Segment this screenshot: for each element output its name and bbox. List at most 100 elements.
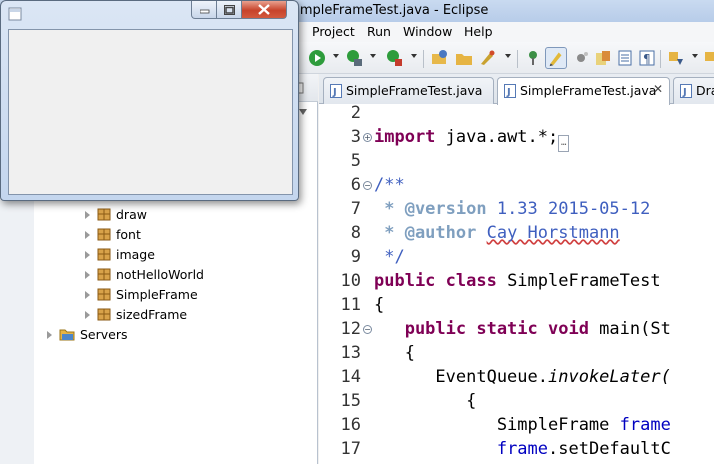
- line-number: 11: [340, 295, 361, 315]
- code-line-15[interactable]: {: [374, 391, 476, 411]
- line-number: 2: [350, 103, 361, 123]
- folder-icon: [59, 329, 75, 341]
- line-number-ruler: 2 3 + 5 6 − 7 8 9 10 11 12 − 13 14 15 16…: [319, 103, 373, 464]
- menu-help[interactable]: Help: [464, 24, 493, 39]
- svg-text:J: J: [682, 87, 687, 98]
- svg-text:J: J: [332, 87, 337, 98]
- expand-arrow-icon[interactable]: [85, 211, 90, 219]
- toolbar-separator: [517, 50, 518, 68]
- line-number: 3: [350, 127, 361, 147]
- tree-item-label: image: [116, 247, 155, 262]
- java-file-icon: J: [504, 84, 516, 98]
- external-tools-dropdown-arrow[interactable]: [411, 54, 417, 58]
- tree-item-label: font: [116, 227, 141, 242]
- line-number: 16: [340, 415, 361, 435]
- javadoc-tag: * @version: [374, 199, 487, 219]
- svg-text:J: J: [506, 87, 511, 98]
- expand-arrow-icon[interactable]: [85, 311, 90, 319]
- line-number: 15: [340, 391, 361, 411]
- coverage-dropdown-arrow[interactable]: [370, 54, 376, 58]
- minimize-icon: [200, 9, 210, 14]
- menu-project[interactable]: Project: [312, 24, 355, 39]
- code-line-10[interactable]: public class SimpleFrameTest: [374, 271, 661, 291]
- line-number: 5: [350, 151, 361, 171]
- expand-arrow-icon[interactable]: [47, 331, 52, 339]
- editor-tab-label: SimpleFrameTest.java: [520, 83, 657, 98]
- keyword: public static void: [374, 319, 589, 339]
- expand-arrow-icon[interactable]: [85, 251, 90, 259]
- tree-item-label: notHelloWorld: [116, 267, 204, 282]
- fold-collapse-icon[interactable]: −: [363, 325, 372, 334]
- editor-tab-1[interactable]: J SimpleFrameTest.java: [323, 77, 494, 104]
- next-annotation-dropdown-arrow[interactable]: [692, 54, 698, 58]
- line-number: 6: [350, 175, 361, 195]
- expand-arrow-icon[interactable]: [85, 271, 90, 279]
- tree-item-label: SimpleFrame: [116, 287, 198, 302]
- code-line-13[interactable]: {: [374, 343, 415, 363]
- code-text: main(St: [588, 319, 671, 339]
- run-dropdown-arrow[interactable]: [333, 54, 339, 58]
- code-line-3[interactable]: import java.awt.*;…: [374, 127, 570, 152]
- prev-annotation-icon[interactable]: [703, 49, 714, 67]
- show-whitespace-icon[interactable]: [594, 49, 612, 67]
- java-file-icon: J: [330, 84, 342, 98]
- line-number: 8: [350, 223, 361, 243]
- run-icon[interactable]: [308, 49, 326, 67]
- simple-frame-window[interactable]: [0, 0, 299, 201]
- code-text: .setDefaultC: [548, 439, 671, 459]
- code-line-9[interactable]: */: [374, 247, 404, 267]
- code-line-6[interactable]: /**: [374, 175, 405, 195]
- external-tools-icon[interactable]: [385, 49, 403, 67]
- variable-name: frame: [496, 439, 549, 459]
- tree-item-label: sizedFrame: [116, 307, 188, 322]
- toggle-mark-occurrences-icon[interactable]: [545, 47, 567, 69]
- coverage-icon[interactable]: [345, 49, 363, 67]
- svg-text:¶: ¶: [643, 52, 651, 66]
- open-folder-icon[interactable]: [455, 49, 473, 67]
- fold-expand-icon[interactable]: +: [363, 133, 372, 142]
- expand-arrow-icon[interactable]: [85, 231, 90, 239]
- code-text: SimpleFrameTest: [496, 271, 661, 291]
- editor-tab-3[interactable]: J Dra: [673, 77, 714, 104]
- code-line-8[interactable]: * @author Cay Horstmann: [374, 223, 620, 243]
- java-file-icon: J: [680, 84, 692, 98]
- package-icon: [97, 208, 111, 221]
- expand-arrow-icon[interactable]: [85, 291, 90, 299]
- open-type-dropdown-arrow[interactable]: [505, 54, 511, 58]
- close-tab-icon[interactable]: ✕: [653, 82, 663, 96]
- paragraph-icon[interactable]: ¶: [638, 49, 656, 67]
- code-line-17[interactable]: frame.setDefaultC: [374, 439, 671, 459]
- menu-window[interactable]: Window: [403, 24, 452, 39]
- pin-icon[interactable]: [524, 49, 542, 67]
- fold-collapse-icon[interactable]: −: [363, 181, 372, 190]
- frame-content-area[interactable]: [8, 29, 293, 195]
- minimize-button[interactable]: [191, 1, 217, 19]
- toolbar-separator: [423, 50, 424, 68]
- editor-tab-2-active[interactable]: J SimpleFrameTest.java ✕: [497, 77, 670, 105]
- toolbar-separator: [660, 50, 661, 68]
- view-dropdown-icon[interactable]: [298, 108, 308, 116]
- code-line-16[interactable]: SimpleFrame frame: [374, 415, 671, 435]
- close-button[interactable]: [242, 1, 287, 19]
- block-selection-icon[interactable]: [572, 49, 590, 67]
- new-java-project-icon[interactable]: [430, 49, 448, 67]
- collapsed-imports-icon[interactable]: …: [558, 135, 570, 152]
- spelling-error-text: Cay Horstmann: [486, 223, 620, 243]
- open-type-icon[interactable]: [478, 49, 496, 67]
- line-number: 17: [340, 439, 361, 459]
- next-annotation-icon[interactable]: [667, 49, 685, 67]
- document-icon[interactable]: [616, 49, 634, 67]
- maximize-button[interactable]: [217, 1, 242, 19]
- line-number: 14: [340, 367, 361, 387]
- code-line-14[interactable]: EventQueue.invokeLater(: [374, 367, 670, 387]
- code-line-7[interactable]: * @version 1.33 2015-05-12: [374, 199, 650, 219]
- line-number: 10: [340, 271, 361, 291]
- code-line-12[interactable]: public static void main(St: [374, 319, 671, 339]
- code-line-11[interactable]: {: [374, 295, 384, 315]
- menu-run[interactable]: Run: [367, 24, 391, 39]
- eclipse-window-title: SimpleFrameTest.java - Eclipse: [288, 3, 489, 18]
- package-icon: [97, 308, 111, 321]
- editor-tab-label: Dra: [696, 83, 714, 98]
- line-number: 13: [340, 343, 361, 363]
